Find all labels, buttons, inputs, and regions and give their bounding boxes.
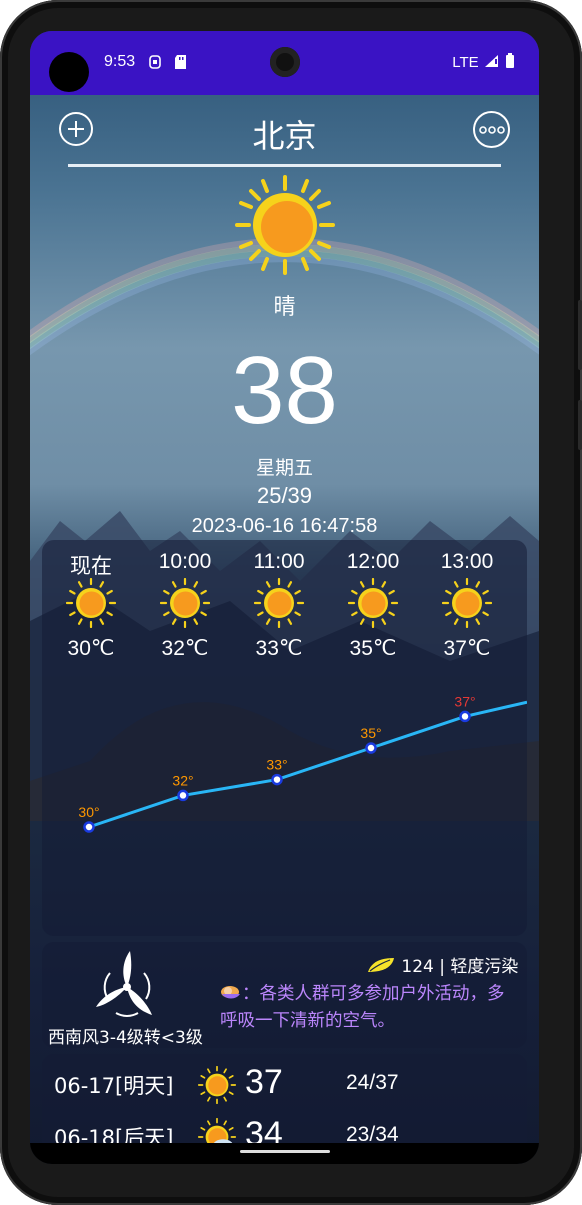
status-time: 9:53	[104, 53, 136, 70]
sun-icon	[253, 577, 305, 629]
status-bar: 9:53 LTE	[30, 31, 539, 95]
current-range: 25/39	[256, 483, 313, 508]
city-title: 北京	[252, 117, 317, 155]
hourly-time: 现在	[70, 555, 112, 578]
chart-point	[83, 821, 95, 833]
hourly-time: 11:00	[253, 550, 305, 573]
forecast-temperature: 37	[245, 1063, 283, 1101]
sun-icon	[235, 175, 335, 275]
phone-frame: 9:53 LTE 北京 晴 38 星期五 25/39 2023-06-16 16…	[0, 0, 582, 1205]
chart-point	[177, 789, 189, 802]
battery-icon	[506, 53, 514, 68]
hourly-time: 13:00	[440, 550, 494, 573]
home-indicator[interactable]	[240, 1150, 330, 1153]
more-circle-icon	[478, 125, 505, 134]
chart-point-label: 35°	[360, 725, 381, 741]
windmill-icon	[96, 951, 152, 1017]
camera-cutout	[49, 52, 89, 92]
advice-text: ：各类人群可多参加户外活动，多呼吸一下清新的空气。	[220, 984, 505, 1031]
more-button[interactable]	[473, 111, 510, 148]
forecast-row[interactable]: 06-17[明天] 37 24/37	[30, 1054, 539, 1110]
hourly-temperature-chart: 30° 32° 33° 35° 37°	[78, 693, 527, 833]
volume-button	[578, 400, 582, 450]
wind-label: 西南风3-4级转<3级	[48, 1028, 203, 1048]
current-temperature: 38	[231, 337, 338, 444]
hourly-temperature: 32℃	[161, 637, 209, 660]
status-right: LTE	[452, 53, 515, 71]
chart-point-label: 37°	[454, 693, 475, 709]
hourly-time: 10:00	[158, 550, 212, 573]
chart-point-label: 30°	[78, 804, 99, 820]
air-quality-value: 124 | 轻度污染	[401, 957, 519, 977]
sun-icon	[441, 577, 493, 629]
network-label: LTE	[452, 54, 479, 71]
signal-icon	[484, 55, 498, 67]
front-camera	[270, 47, 300, 77]
sun-icon	[159, 577, 211, 629]
sd-card-icon	[174, 54, 188, 74]
sun-icon	[65, 577, 117, 629]
chart-point	[459, 710, 471, 723]
chart-point	[365, 742, 377, 754]
forecast-range: 24/37	[346, 1071, 399, 1094]
current-weekday: 星期五	[255, 457, 313, 479]
screen: 9:53 LTE 北京 晴 38 星期五 25/39 2023-06-16 16…	[30, 31, 539, 1164]
sun-icon	[197, 1065, 237, 1105]
person-icon	[221, 986, 240, 999]
air-quality: 124 | 轻度污染	[366, 952, 518, 977]
hourly-time: 12:00	[346, 550, 400, 573]
hourly-temperature: 30℃	[67, 637, 115, 660]
hourly-temperature: 37℃	[443, 637, 491, 660]
hourly-temperature: 33℃	[255, 637, 303, 660]
notification-icon	[148, 54, 162, 74]
chart-point	[271, 773, 283, 786]
header-divider	[68, 164, 501, 167]
current-datetime: 2023-06-16 16:47:58	[191, 515, 378, 537]
activity-advice: ：各类人群可多参加户外活动，多呼吸一下清新的空气。	[220, 981, 520, 1035]
hourly-temperature: 35℃	[349, 637, 397, 660]
leaf-icon	[368, 958, 394, 972]
navigation-bar	[30, 1143, 539, 1164]
chart-point-label: 33°	[266, 757, 287, 773]
chart-point-label: 32°	[172, 772, 193, 788]
forecast-date: 06-17[明天]	[54, 1074, 174, 1098]
sun-icon	[347, 577, 399, 629]
current-condition: 晴	[273, 295, 296, 320]
power-button	[578, 300, 582, 370]
chart-series-line	[88, 700, 527, 829]
